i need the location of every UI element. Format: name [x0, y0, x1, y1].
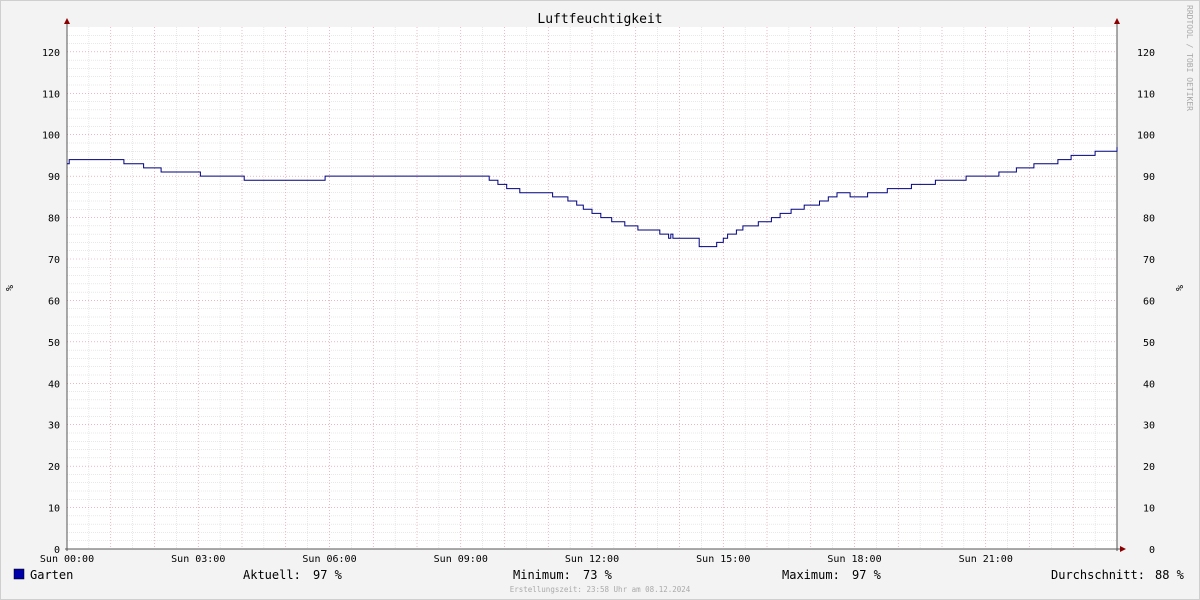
legend-min-value: 73 % [583, 568, 613, 582]
legend-current-value: 97 % [313, 568, 343, 582]
y-tick-label-right: 70 [1143, 255, 1155, 266]
y-tick-label-right: 0 [1149, 545, 1155, 556]
chart-title: Luftfeuchtigkeit [537, 12, 662, 27]
x-tick-label: Sun 09:00 [434, 554, 488, 565]
y-tick-label-left: 60 [48, 296, 60, 307]
y-tick-label-right: 40 [1143, 379, 1155, 390]
y-tick-label-left: 80 [48, 214, 60, 225]
legend-current-label: Aktuell: [243, 568, 301, 582]
y-tick-label-right: 50 [1143, 338, 1155, 349]
y-tick-label-left: 70 [48, 255, 60, 266]
y-tick-label-right: 100 [1137, 131, 1155, 142]
y-tick-label-left: 40 [48, 379, 60, 390]
y-tick-label-right: 110 [1137, 89, 1155, 100]
y-tick-label-left: 100 [42, 131, 60, 142]
legend-avg-label: Durchschnitt: [1051, 568, 1145, 582]
legend-swatch-garten [13, 568, 25, 580]
legend-max-label: Maximum: [782, 568, 840, 582]
y-axis-label-left: % [5, 285, 16, 291]
y-tick-label-right: 90 [1143, 172, 1155, 183]
y-axis-label-right: % [1175, 285, 1186, 291]
y-tick-label-right: 60 [1143, 296, 1155, 307]
y-tick-label-right: 80 [1143, 214, 1155, 225]
legend-max-value: 97 % [852, 568, 882, 582]
creation-timestamp: Erstellungszeit: 23:58 Uhr am 08.12.2024 [510, 585, 691, 594]
legend-series-name: Garten [30, 568, 73, 582]
x-tick-label: Sun 00:00 [40, 554, 94, 565]
y-tick-label-left: 20 [48, 462, 60, 473]
y-tick-label-left: 120 [42, 48, 60, 59]
y-tick-label-left: 10 [48, 504, 60, 515]
y-tick-label-left: 50 [48, 338, 60, 349]
y-tick-label-left: 90 [48, 172, 60, 183]
y-tick-label-right: 10 [1143, 504, 1155, 515]
humidity-chart: 0 010 1020 2030 3040 4050 5060 6070 7080 8090 9010… [0, 0, 1200, 600]
x-tick-label: Sun 15:00 [696, 554, 750, 565]
x-tick-label: Sun 12:00 [565, 554, 619, 565]
y-tick-label-right: 20 [1143, 462, 1155, 473]
x-tick-label: Sun 03:00 [171, 554, 225, 565]
x-tick-label: Sun 21:00 [959, 554, 1013, 565]
y-tick-label-right: 120 [1137, 48, 1155, 59]
y-tick-label-left: 110 [42, 89, 60, 100]
y-tick-label-left: 30 [48, 421, 60, 432]
x-tick-label: Sun 18:00 [827, 554, 881, 565]
rrdtool-watermark: RRDTOOL / TOBI OETIKER [1185, 5, 1194, 111]
legend-min-label: Minimum: [513, 568, 571, 582]
y-tick-label-right: 30 [1143, 421, 1155, 432]
legend-avg-value: 88 % [1155, 568, 1185, 582]
x-tick-label: Sun 06:00 [302, 554, 356, 565]
